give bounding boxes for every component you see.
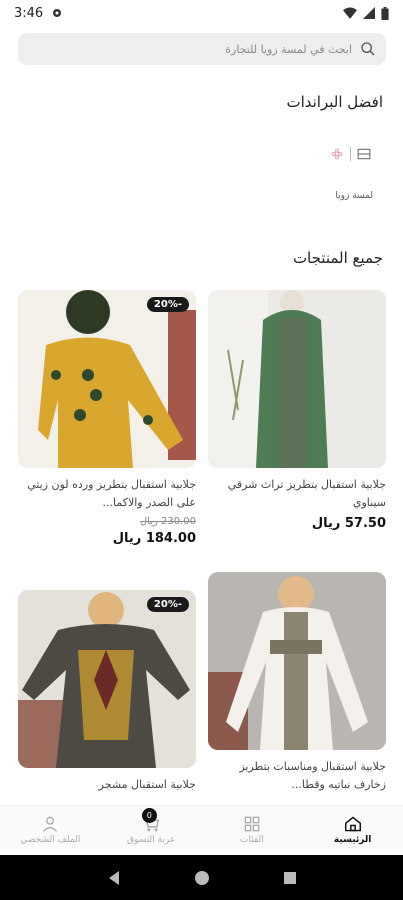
currency-label: ريال bbox=[139, 516, 158, 527]
product-image[interactable]: 20%- bbox=[18, 590, 196, 768]
home-button-icon[interactable] bbox=[194, 870, 210, 886]
discount-badge: 20%- bbox=[146, 597, 189, 612]
home-icon bbox=[344, 816, 361, 832]
cart-count-badge: 0 bbox=[141, 808, 157, 823]
product-old-price: 230.00 ريال bbox=[139, 516, 196, 527]
status-bar: 3:46 bbox=[0, 0, 403, 26]
wifi-icon bbox=[343, 7, 357, 19]
brand-logo[interactable] bbox=[331, 143, 371, 165]
brand-mark-icon bbox=[357, 148, 371, 160]
product-image[interactable] bbox=[208, 572, 386, 750]
status-time: 3:46 bbox=[14, 5, 44, 21]
product-title[interactable]: جلابية استقبال بتطريز ورده لون زيتي على … bbox=[18, 476, 196, 512]
product-card[interactable]: 20%- جلابية استقبال مشجر bbox=[18, 590, 196, 794]
nav-item-profile[interactable]: الملف الشخصي bbox=[0, 806, 101, 855]
battery-icon bbox=[381, 6, 389, 20]
brand-name[interactable]: لمسة زويا bbox=[335, 191, 373, 201]
grid-icon bbox=[244, 816, 260, 832]
user-icon bbox=[43, 816, 58, 832]
signal-icon bbox=[363, 7, 375, 19]
search-icon[interactable] bbox=[360, 41, 376, 57]
products-section-title: جميع المنتجات bbox=[292, 249, 383, 267]
currency-label: ريال bbox=[311, 516, 341, 531]
product-card[interactable]: جلابية استقبال ومناسبات بتطريز زخارف نبا… bbox=[208, 572, 386, 794]
search-bar[interactable]: ابحث في لمسة زويا للتجارة bbox=[18, 33, 386, 65]
recents-icon[interactable] bbox=[283, 871, 297, 885]
search-input[interactable]: ابحث في لمسة زويا للتجارة bbox=[225, 43, 352, 56]
nav-item-cart[interactable]: 0 عربة التسوق bbox=[101, 806, 202, 855]
brands-section-title: افضل البراندات bbox=[286, 93, 383, 111]
nav-label: الرئيسية bbox=[333, 835, 372, 845]
product-price: 57.50 ريال bbox=[311, 516, 386, 531]
nav-label: عربة التسوق bbox=[127, 835, 176, 845]
product-image[interactable]: 20%- bbox=[18, 290, 196, 468]
product-title[interactable]: جلابية استقبال ومناسبات بتطريز زخارف نبا… bbox=[208, 758, 386, 794]
product-title[interactable]: جلابية استقبال مشجر bbox=[18, 776, 196, 794]
back-icon[interactable] bbox=[107, 870, 121, 886]
brand-flower-icon bbox=[331, 148, 343, 160]
settings-icon bbox=[53, 9, 62, 17]
product-image[interactable] bbox=[208, 290, 386, 468]
discount-badge: 20%- bbox=[146, 297, 189, 312]
nav-item-categories[interactable]: الفئات bbox=[202, 806, 303, 855]
bottom-nav: الرئيسية الفئات 0 عربة التسوق الملف الشخ… bbox=[0, 805, 403, 855]
product-title[interactable]: جلابية استقبال بتطريز تراث شرقي سيناوي bbox=[208, 476, 386, 512]
product-card[interactable]: 20%- جلابية استقبال بتطريز ورده لون زيتي… bbox=[18, 290, 196, 546]
system-nav-bar bbox=[0, 855, 403, 900]
currency-label: ريال bbox=[112, 531, 142, 546]
nav-label: الفئات bbox=[240, 835, 264, 845]
product-card[interactable]: جلابية استقبال بتطريز تراث شرقي سيناوي 5… bbox=[208, 290, 386, 531]
product-price: 184.00 ريال bbox=[112, 531, 196, 546]
nav-label: الملف الشخصي bbox=[20, 835, 81, 845]
nav-item-home[interactable]: الرئيسية bbox=[302, 806, 403, 855]
